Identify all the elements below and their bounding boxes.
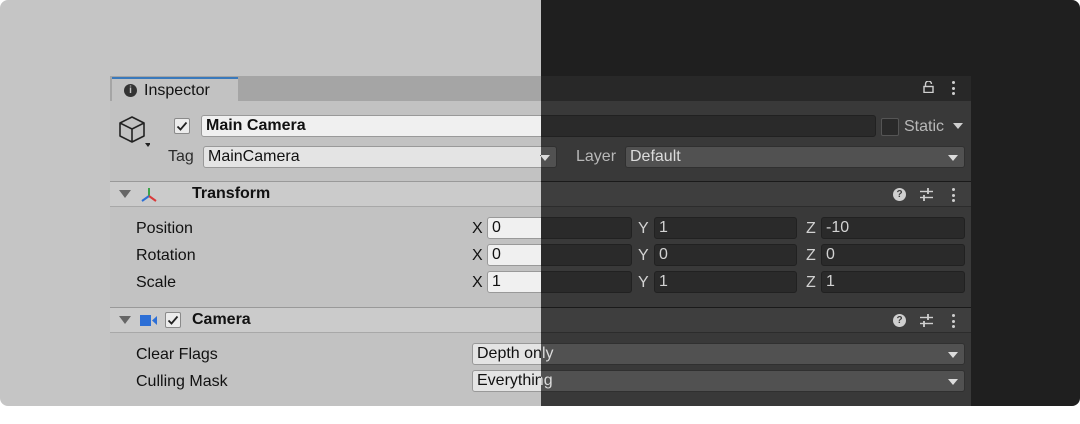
chevron-down-icon[interactable] [953, 123, 963, 129]
scale-z-axis-label[interactable]: Z [806, 274, 816, 292]
camera-title: Camera [192, 311, 251, 328]
rotation-label: Rotation [136, 247, 196, 264]
tab-inspector[interactable]: i Inspector [112, 77, 238, 102]
kebab-menu-icon[interactable] [951, 81, 955, 95]
position-x-axis-label[interactable]: X [472, 220, 483, 238]
kebab-menu-icon[interactable] [951, 188, 955, 202]
tag-label: Tag [168, 148, 194, 165]
position-z-axis-label[interactable]: Z [806, 220, 816, 238]
foldout-arrow-icon[interactable] [119, 316, 131, 324]
layer-dropdown[interactable]: Default [625, 146, 965, 168]
culling-mask-label: Culling Mask [136, 373, 228, 390]
layer-value: Default [630, 148, 681, 165]
chevron-down-icon [541, 155, 550, 161]
checkmark-icon [176, 121, 188, 131]
lock-icon[interactable] [923, 81, 934, 93]
culling-mask-dropdown[interactable]: Everything [541, 370, 965, 392]
static-checkbox[interactable] [881, 118, 899, 136]
camera-icon [140, 315, 157, 326]
scale-y-axis-label[interactable]: Y [638, 274, 649, 292]
tag-value: MainCamera [208, 148, 300, 165]
rotation-y-field[interactable]: 0 [654, 244, 797, 266]
scale-label: Scale [136, 274, 177, 291]
presets-icon[interactable] [920, 188, 933, 201]
kebab-menu-icon[interactable] [951, 314, 955, 328]
chevron-down-icon [948, 352, 958, 358]
foldout-arrow-icon[interactable] [119, 190, 131, 198]
position-y-field[interactable]: 1 [654, 217, 797, 239]
cube-icon[interactable] [118, 114, 150, 148]
active-checkbox[interactable] [174, 118, 190, 134]
transform-title: Transform [192, 185, 271, 202]
info-icon: i [124, 84, 137, 97]
layer-label: Layer [576, 148, 617, 165]
tag-dropdown[interactable]: MainCamera [203, 146, 541, 168]
scale-y-field[interactable]: 1 [654, 271, 797, 293]
checkmark-icon [167, 315, 179, 325]
rotation-z-field[interactable]: 0 [821, 244, 965, 266]
position-label: Position [136, 220, 193, 237]
position-y-axis-label[interactable]: Y [638, 220, 649, 238]
clear-flags-label: Clear Flags [136, 346, 218, 363]
inspector-screenshot: i Inspector Main Camera Tag MainCamera T… [0, 0, 1080, 406]
chevron-down-icon [948, 379, 958, 385]
help-icon[interactable]: ? [893, 188, 906, 201]
position-z-field[interactable]: -10 [821, 217, 965, 239]
clear-flags-dropdown[interactable]: Depth only [541, 343, 965, 365]
static-label[interactable]: Static [904, 118, 944, 136]
help-icon[interactable]: ? [893, 314, 906, 327]
scale-x-axis-label[interactable]: X [472, 274, 483, 292]
camera-enabled-checkbox[interactable] [165, 312, 181, 328]
presets-icon[interactable] [920, 314, 933, 327]
rotation-z-axis-label[interactable]: Z [806, 247, 816, 265]
transform-gizmo-icon [141, 188, 157, 202]
chevron-down-icon [948, 155, 958, 161]
tab-inspector-label: Inspector [144, 81, 210, 99]
rotation-x-axis-label[interactable]: X [472, 247, 483, 265]
scale-z-field[interactable]: 1 [821, 271, 965, 293]
rotation-y-axis-label[interactable]: Y [638, 247, 649, 265]
